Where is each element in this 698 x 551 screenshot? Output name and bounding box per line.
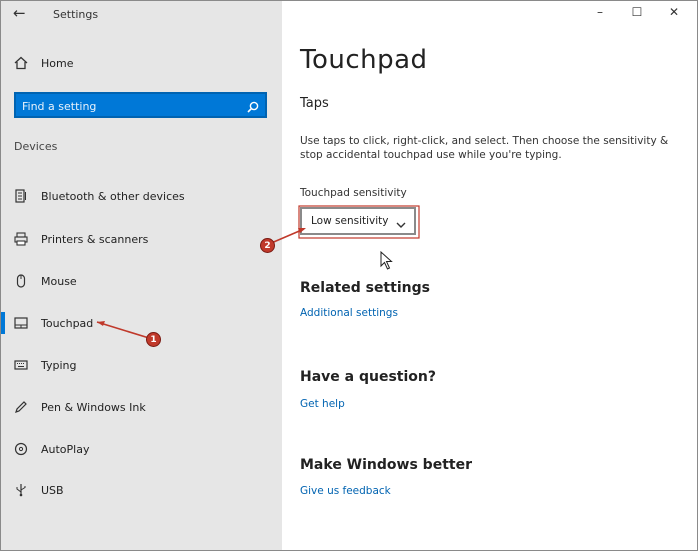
sidebar-item-autoplay[interactable]: AutoPlay [1,434,282,464]
get-help-link[interactable]: Get help [300,398,345,410]
mouse-pointer-icon [380,250,394,271]
sensitivity-dropdown[interactable]: Low sensitivity [300,207,416,235]
sidebar-item-label: AutoPlay [41,442,90,456]
bluetooth-devices-icon [12,187,30,205]
section-label-devices: Devices [14,140,58,153]
feedback-heading: Make Windows better [300,457,472,473]
content-pane: – ☐ ✕ Touchpad Taps Use taps to click, r… [282,1,697,550]
chevron-down-icon [396,215,406,228]
taps-description: Use taps to click, right-click, and sele… [300,135,669,161]
mouse-icon [12,272,30,290]
sidebar-item-label: Home [41,56,74,70]
sidebar-item-bluetooth[interactable]: Bluetooth & other devices [1,181,282,211]
sidebar-item-pen[interactable]: Pen & Windows Ink [1,392,282,422]
home-icon [12,54,30,72]
annotation-callout-2: 2 [260,238,275,253]
settings-window: ← Settings Home Devices Bluetooth & othe… [0,0,698,551]
sidebar-item-label: Typing [41,358,77,372]
search-box[interactable] [14,92,267,118]
sidebar-item-label: Printers & scanners [41,232,149,246]
sidebar-item-label: Pen & Windows Ink [41,400,146,414]
window-title: Settings [53,8,99,21]
sidebar-item-label: Bluetooth & other devices [41,189,185,203]
question-heading: Have a question? [300,369,436,385]
sidebar-item-label: USB [41,483,64,497]
close-button[interactable]: ✕ [659,5,689,23]
sidebar-item-usb[interactable]: USB [1,475,282,505]
printer-icon [12,230,30,248]
sensitivity-label: Touchpad sensitivity [300,187,407,199]
sidebar-item-label: Mouse [41,274,77,288]
touchpad-icon [12,314,30,332]
keyboard-icon [12,356,30,374]
sensitivity-value: Low sensitivity [311,215,389,227]
sidebar-item-typing[interactable]: Typing [1,350,282,380]
taps-heading: Taps [300,96,329,111]
pen-icon [12,398,30,416]
sidebar: ← Settings Home Devices Bluetooth & othe… [1,1,282,550]
additional-settings-link[interactable]: Additional settings [300,307,398,319]
usb-icon [12,481,30,499]
minimize-button[interactable]: – [585,5,615,23]
search-icon[interactable] [247,98,259,113]
sidebar-item-printers[interactable]: Printers & scanners [1,224,282,254]
give-feedback-link[interactable]: Give us feedback [300,485,391,497]
sidebar-item-touchpad[interactable]: Touchpad [1,308,282,338]
sidebar-item-home[interactable]: Home [1,48,282,78]
annotation-callout-1: 1 [146,332,161,347]
back-arrow-icon[interactable]: ← [13,4,26,22]
autoplay-icon [12,440,30,458]
page-title: Touchpad [300,45,428,75]
sidebar-item-label: Touchpad [41,316,94,330]
maximize-button[interactable]: ☐ [622,5,652,23]
related-settings-heading: Related settings [300,280,430,296]
search-input[interactable] [20,96,244,116]
sidebar-item-mouse[interactable]: Mouse [1,266,282,296]
